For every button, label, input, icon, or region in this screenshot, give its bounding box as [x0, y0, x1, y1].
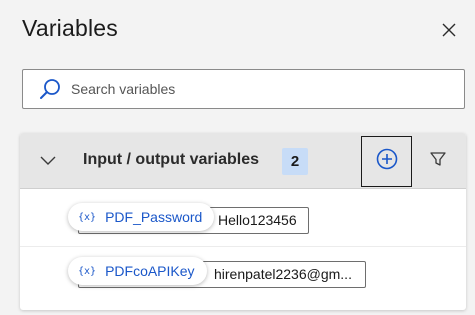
variable-name-pill[interactable]: {x} PDFcoAPIKey [68, 257, 207, 285]
page-title: Variables [22, 15, 118, 41]
list-item[interactable]: hirenpatel2236@gm... {x} PDFcoAPIKey [20, 251, 466, 301]
search-box[interactable] [22, 69, 465, 109]
search-input[interactable] [71, 74, 451, 104]
filter-button[interactable] [426, 149, 450, 173]
variable-name-pill[interactable]: {x} PDF_Password [68, 203, 215, 231]
close-icon [441, 22, 457, 43]
variable-name: PDFcoAPIKey [105, 263, 195, 279]
input-output-variables-section: Input / output variables 2 Hello123456 {… [20, 133, 466, 310]
variable-icon: {x} [78, 265, 97, 277]
chevron-down-icon[interactable] [36, 149, 60, 173]
close-button[interactable] [436, 19, 462, 45]
search-icon [35, 74, 65, 104]
variable-icon: {x} [78, 211, 97, 223]
section-header[interactable]: Input / output variables 2 [20, 133, 466, 189]
add-circle-icon [376, 148, 398, 175]
section-title: Input / output variables [83, 151, 260, 168]
variable-name: PDF_Password [105, 209, 203, 225]
filter-icon [429, 150, 447, 173]
add-variable-button[interactable] [361, 136, 412, 187]
list-item[interactable]: Hello123456 {x} PDF_Password [20, 197, 466, 247]
variable-count-badge: 2 [282, 148, 308, 175]
